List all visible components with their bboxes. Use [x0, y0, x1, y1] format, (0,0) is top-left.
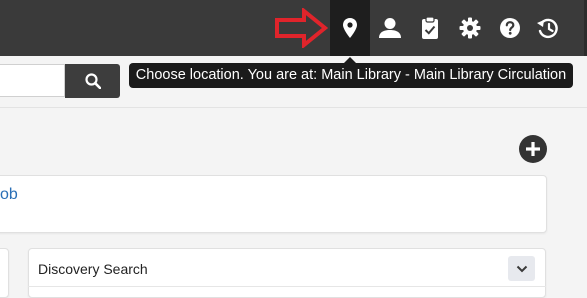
card-divider: [28, 286, 546, 287]
widget-card: [0, 175, 547, 233]
section-divider: [0, 107, 587, 108]
search-button[interactable]: [65, 64, 120, 98]
chevron-down-icon: [516, 265, 527, 272]
plus-icon: [526, 142, 540, 156]
user-button[interactable]: [370, 0, 410, 56]
tasks-button[interactable]: [410, 0, 450, 56]
settings-button[interactable]: [450, 0, 490, 56]
red-arrow-annotation-icon: [274, 6, 329, 53]
location-pin-icon: [343, 18, 357, 38]
location-tooltip: Choose location. You are at: Main Librar…: [129, 63, 573, 88]
help-icon: [500, 18, 520, 38]
location-button[interactable]: [330, 0, 370, 56]
tasks-clipboard-icon: [422, 16, 438, 39]
discovery-search-title: Discovery Search: [38, 261, 148, 277]
help-button[interactable]: [490, 0, 530, 56]
history-icon: [537, 18, 558, 39]
widget-link[interactable]: ob: [0, 186, 18, 204]
add-widget-button[interactable]: [519, 135, 547, 163]
user-icon: [379, 18, 401, 38]
collapse-widget-button[interactable]: [508, 256, 535, 281]
settings-gear-icon: [459, 17, 481, 39]
search-icon: [84, 73, 101, 89]
search-input[interactable]: [0, 64, 65, 97]
history-button[interactable]: [528, 0, 568, 56]
